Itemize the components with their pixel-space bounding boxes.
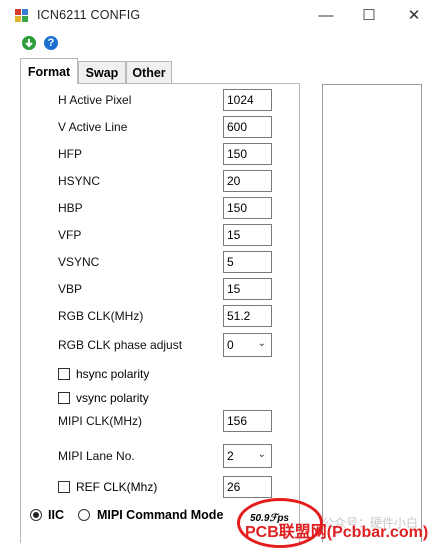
window-title: ICN6211 CONFIG	[37, 8, 141, 22]
watermark-text: PCB联盟网(Pcbbar.com)	[245, 524, 429, 541]
h-active-pixel-label: H Active Pixel	[58, 93, 132, 107]
mipi-command-label: MIPI Command Mode	[97, 508, 224, 522]
ref-clk-input[interactable]	[223, 476, 272, 498]
mipi-lane-select[interactable]: 2 ⌄	[223, 444, 272, 468]
mipi-command-radio[interactable]	[78, 509, 90, 521]
vfp-label: VFP	[58, 228, 82, 242]
h-active-pixel-input[interactable]	[223, 89, 272, 111]
mipi-clk-label: MIPI CLK(MHz)	[58, 414, 142, 428]
v-active-line-label: V Active Line	[58, 120, 128, 134]
rgb-clk-input[interactable]	[223, 305, 272, 327]
rgb-clk-label: RGB CLK(MHz)	[58, 309, 144, 323]
iic-label: IIC	[48, 508, 64, 522]
vsync-input[interactable]	[223, 251, 272, 273]
vsync-label: VSYNC	[58, 255, 100, 269]
chevron-down-icon: ⌄	[257, 338, 266, 349]
hsync-polarity-checkbox[interactable]	[58, 368, 70, 380]
tab-swap[interactable]: Swap	[78, 61, 126, 83]
app-icon	[15, 9, 29, 22]
vsync-polarity-checkbox[interactable]	[58, 392, 70, 404]
hsync-input[interactable]	[223, 170, 272, 192]
v-active-line-input[interactable]	[223, 116, 272, 138]
hfp-input[interactable]	[223, 143, 272, 165]
tab-other[interactable]: Other	[126, 61, 172, 83]
maximize-button[interactable]: ☐	[359, 6, 379, 26]
rgb-clk-phase-value: 0	[227, 338, 234, 352]
help-icon[interactable]: ?	[44, 36, 58, 50]
mipi-lane-label: MIPI Lane No.	[58, 449, 135, 463]
download-icon[interactable]	[22, 36, 36, 50]
ref-clk-label: REF CLK(Mhz)	[76, 480, 158, 494]
iic-radio[interactable]	[30, 509, 42, 521]
vfp-input[interactable]	[223, 224, 272, 246]
vbp-label: VBP	[58, 282, 83, 296]
vbp-input[interactable]	[223, 278, 272, 300]
ref-clk-checkbox[interactable]	[58, 481, 70, 493]
chevron-down-icon: ⌄	[257, 449, 266, 460]
hfp-label: HFP	[58, 147, 82, 161]
rgb-clk-phase-select[interactable]: 0 ⌄	[223, 333, 272, 357]
hsync-polarity-label: hsync polarity	[76, 367, 150, 381]
minimize-button[interactable]: —	[316, 6, 336, 26]
tab-format[interactable]: Format	[20, 58, 78, 84]
hbp-label: HBP	[58, 201, 83, 215]
hbp-input[interactable]	[223, 197, 272, 219]
rgb-clk-phase-label: RGB CLK phase adjust	[58, 338, 183, 352]
mipi-lane-value: 2	[227, 449, 234, 463]
close-button[interactable]: ✕	[404, 6, 424, 26]
log-panel	[322, 84, 422, 542]
mipi-clk-input[interactable]	[223, 410, 272, 432]
hsync-label: HSYNC	[58, 174, 101, 188]
vsync-polarity-label: vsync polarity	[76, 391, 149, 405]
